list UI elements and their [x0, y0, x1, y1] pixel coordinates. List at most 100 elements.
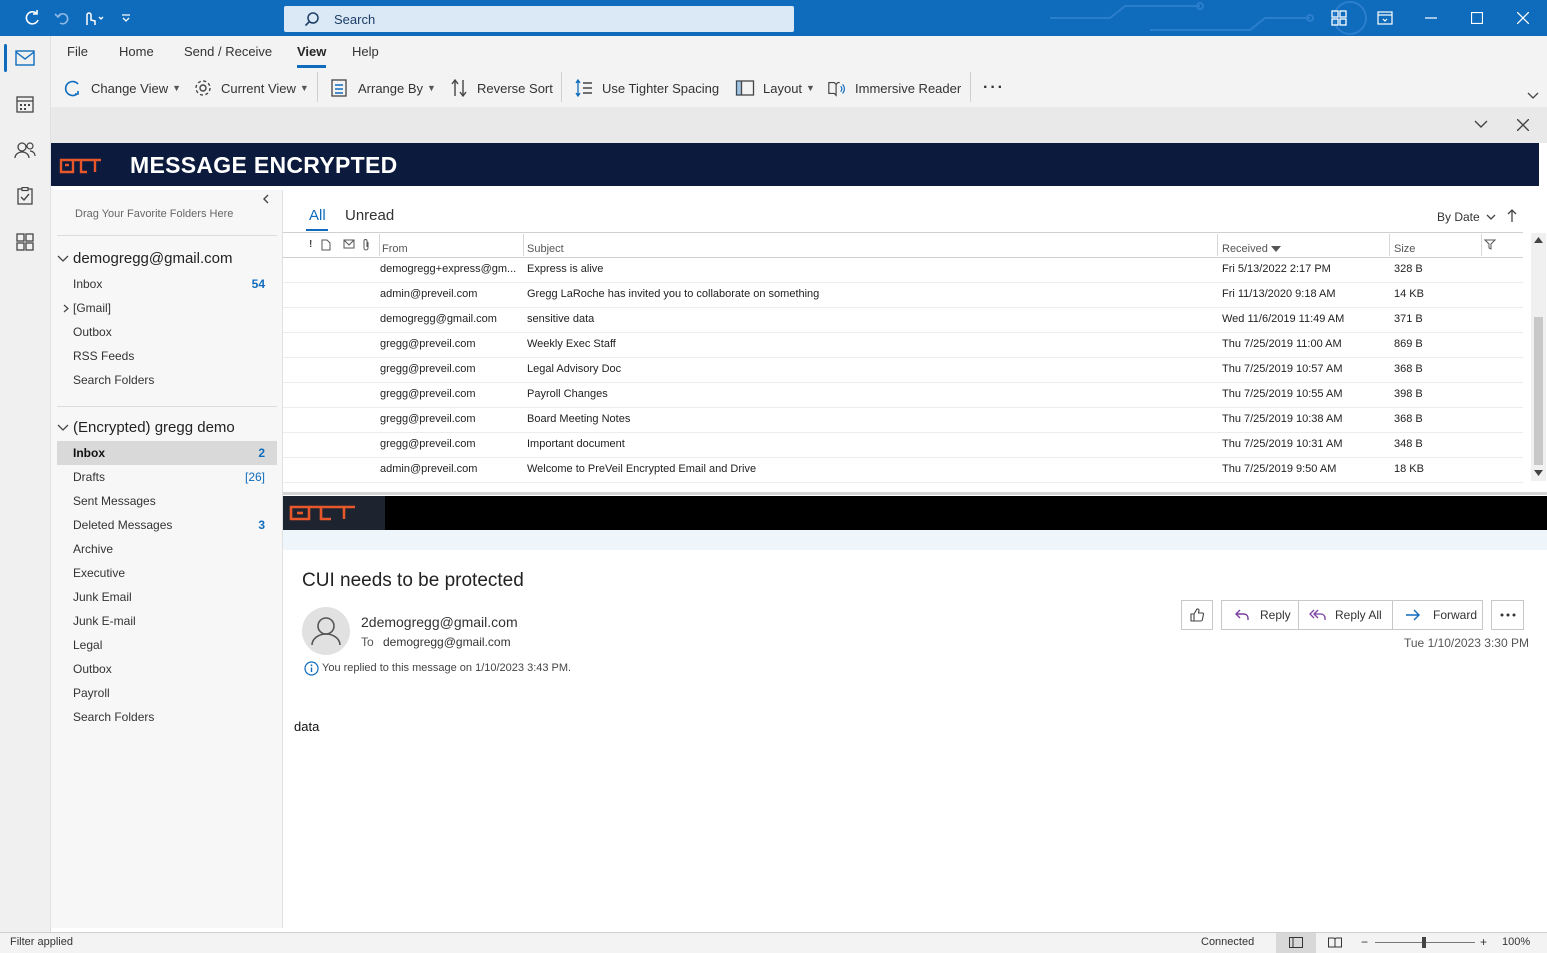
- maximize-button[interactable]: [1454, 0, 1500, 36]
- sort-by-date-button[interactable]: By Date: [1437, 210, 1496, 224]
- preveil-reading-banner: [283, 496, 1547, 530]
- folder-inbox[interactable]: Inbox 2: [57, 441, 277, 465]
- coming-soon-icon[interactable]: [1316, 0, 1362, 36]
- collapse-folder-pane-icon[interactable]: [262, 194, 270, 204]
- chevron-right-icon[interactable]: [63, 304, 69, 313]
- scroll-down-icon[interactable]: [1534, 470, 1543, 476]
- subject-column-header[interactable]: Subject: [527, 243, 564, 255]
- folder-drafts[interactable]: Drafts [26]: [57, 465, 277, 489]
- folder-legal[interactable]: Legal: [57, 633, 277, 657]
- ribbon-display-options-icon[interactable]: [1362, 0, 1408, 36]
- tasks-icon[interactable]: [0, 174, 50, 218]
- message-row[interactable]: gregg@preveil.com Board Meeting Notes Thu …: [283, 407, 1523, 433]
- normal-view-button[interactable]: [1276, 933, 1316, 953]
- apps-icon[interactable]: [0, 220, 50, 264]
- account-name: demogregg@gmail.com: [73, 250, 233, 267]
- doc-column-icon[interactable]: [321, 239, 331, 251]
- close-button[interactable]: [1500, 0, 1546, 36]
- undo-icon[interactable]: [50, 0, 74, 36]
- attachment-column-icon[interactable]: [362, 239, 370, 251]
- reverse-sort-button[interactable]: Reverse Sort: [449, 77, 553, 99]
- folder-gmail[interactable]: [Gmail]: [57, 296, 277, 320]
- folder-junk-e-mail[interactable]: Junk E-mail: [57, 609, 277, 633]
- message-row[interactable]: gregg@preveil.com Payroll Changes Thu 7/25…: [283, 382, 1523, 408]
- scrollbar-thumb[interactable]: [1534, 317, 1543, 465]
- message-row[interactable]: demogregg+express@gm... Express is alive F…: [283, 257, 1523, 283]
- like-button[interactable]: [1181, 600, 1213, 630]
- message-row[interactable]: demogregg@gmail.com sensitive data Wed 11/…: [283, 307, 1523, 333]
- customize-toolbar-icon[interactable]: [116, 0, 136, 36]
- current-view-label: Current View: [221, 80, 296, 96]
- chevron-down-icon: ▼: [806, 83, 815, 93]
- message-row[interactable]: gregg@preveil.com Legal Advisory Doc Thu 7…: [283, 357, 1523, 383]
- search-box[interactable]: Search: [284, 6, 794, 32]
- avatar[interactable]: [302, 607, 350, 655]
- arrange-by-button[interactable]: Arrange By ▼: [330, 77, 436, 99]
- size-column-header[interactable]: Size: [1394, 243, 1415, 255]
- reminder-column-icon[interactable]: [343, 238, 357, 250]
- filter-icon[interactable]: [1484, 239, 1496, 250]
- reply-all-button[interactable]: Reply All: [1298, 600, 1393, 630]
- more-options-button[interactable]: ···: [983, 77, 1005, 99]
- folder-payroll[interactable]: Payroll: [57, 681, 277, 705]
- preveil-logo: [59, 157, 103, 175]
- immersive-reader-button[interactable]: Immersive Reader: [827, 77, 961, 99]
- received-column-header[interactable]: Received: [1222, 243, 1268, 255]
- scroll-up-icon[interactable]: [1534, 237, 1543, 243]
- recipient-address[interactable]: demogregg@gmail.com: [383, 635, 511, 649]
- tighter-spacing-button[interactable]: Use Tighter Spacing: [574, 77, 719, 99]
- people-icon[interactable]: [0, 128, 50, 172]
- account-header[interactable]: (Encrypted) gregg demo: [57, 419, 235, 436]
- filter-status: Filter applied: [10, 936, 73, 948]
- sort-direction-icon[interactable]: [1507, 209, 1517, 223]
- scrollbar[interactable]: [1531, 233, 1546, 481]
- collapse-bar-icon[interactable]: [1474, 120, 1488, 129]
- tab-home[interactable]: Home: [119, 44, 154, 68]
- message-row[interactable]: admin@preveil.com Gregg LaRoche has invit…: [283, 282, 1523, 308]
- folder-outbox[interactable]: Outbox: [57, 320, 277, 344]
- importance-column-icon[interactable]: !: [309, 239, 312, 250]
- calendar-icon[interactable]: [0, 82, 50, 126]
- tab-help[interactable]: Help: [352, 44, 379, 68]
- folder-junk-email[interactable]: Junk Email: [57, 585, 277, 609]
- close-bar-icon[interactable]: [1517, 119, 1529, 131]
- minimize-button[interactable]: [1408, 0, 1454, 36]
- zoom-level[interactable]: 100%: [1502, 936, 1530, 948]
- filter-all-tab[interactable]: All: [309, 207, 326, 224]
- reading-view-icon[interactable]: [1328, 937, 1342, 948]
- change-view-button[interactable]: Change View ▼: [63, 77, 181, 99]
- forward-button[interactable]: Forward: [1392, 600, 1483, 630]
- from-column-header[interactable]: From: [382, 243, 408, 255]
- zoom-slider-thumb[interactable]: [1422, 937, 1426, 948]
- status-bar: Filter applied Connected − + 100%: [0, 932, 1547, 953]
- folder-executive[interactable]: Executive: [57, 561, 277, 585]
- tab-send-receive[interactable]: Send / Receive: [184, 44, 272, 68]
- more-actions-button[interactable]: [1491, 600, 1524, 630]
- layout-button[interactable]: Layout ▼: [735, 77, 815, 99]
- folder-search-folders[interactable]: Search Folders: [57, 705, 277, 729]
- reply-button[interactable]: Reply: [1221, 600, 1299, 630]
- mail-icon[interactable]: [0, 36, 50, 80]
- folder-outbox[interactable]: Outbox: [57, 657, 277, 681]
- message-row[interactable]: gregg@preveil.com Important document Thu 7…: [283, 432, 1523, 458]
- folder-archive[interactable]: Archive: [57, 537, 277, 561]
- folder-rss-feeds[interactable]: RSS Feeds: [57, 344, 277, 368]
- sender-address[interactable]: 2demogregg@gmail.com: [361, 614, 518, 630]
- tab-view[interactable]: View: [297, 44, 327, 68]
- folder-search-folders[interactable]: Search Folders: [57, 368, 277, 392]
- zoom-in-button[interactable]: +: [1480, 935, 1487, 949]
- message-received: Thu 7/25/2019 10:57 AM: [1222, 363, 1343, 375]
- message-row[interactable]: admin@preveil.com Welcome to PreVeil Encr…: [283, 457, 1523, 483]
- tab-file[interactable]: File: [67, 44, 88, 68]
- expand-ribbon-icon[interactable]: [1527, 92, 1539, 100]
- filter-unread-tab[interactable]: Unread: [345, 207, 394, 224]
- folder-inbox[interactable]: Inbox 54: [57, 272, 277, 296]
- folder-sent-messages[interactable]: Sent Messages: [57, 489, 277, 513]
- account-header[interactable]: demogregg@gmail.com: [57, 250, 232, 267]
- current-view-button[interactable]: Current View ▼: [193, 77, 309, 99]
- sync-icon[interactable]: [18, 0, 46, 36]
- folder-deleted-messages[interactable]: Deleted Messages 3: [57, 513, 277, 537]
- touch-mode-icon[interactable]: [76, 0, 110, 36]
- zoom-out-button[interactable]: −: [1361, 935, 1368, 949]
- message-row[interactable]: gregg@preveil.com Weekly Exec Staff Thu 7/…: [283, 332, 1523, 358]
